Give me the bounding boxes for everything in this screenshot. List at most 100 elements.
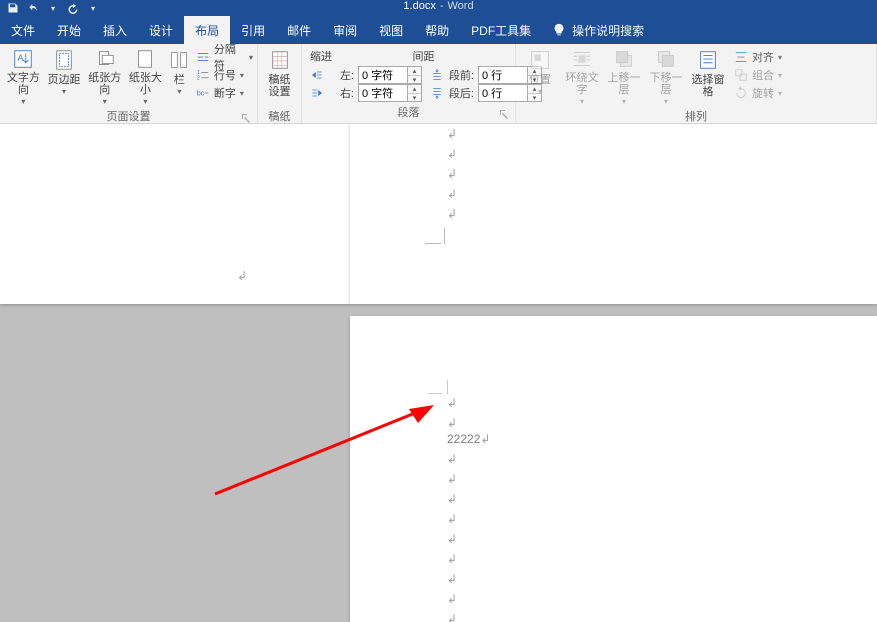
indent-right-input[interactable]: ▴▾ — [358, 84, 422, 102]
document-body-text[interactable]: 22222↲ — [447, 432, 490, 447]
paragraph-mark: ↲ — [447, 396, 457, 411]
tell-me-label: 操作说明搜索 — [572, 22, 644, 39]
title-sep: - — [440, 0, 444, 12]
chevron-down-icon: ▾ — [177, 88, 181, 96]
redo-icon[interactable] — [66, 1, 80, 15]
page-corner-marker — [428, 374, 448, 394]
bring-forward-button: 上移一层▾ — [604, 46, 644, 106]
paragraph-mark: ↲ — [447, 612, 457, 622]
space-after-icon — [430, 86, 444, 100]
page-1-right[interactable]: ↲ ↲ ↲ ↲ ↲ — [350, 124, 877, 304]
orientation-icon — [93, 48, 117, 70]
chevron-down-icon: ▾ — [240, 71, 244, 80]
breaks-icon — [196, 50, 210, 64]
margins-button[interactable]: 页边距▾ — [45, 46, 84, 106]
qat-customize-icon[interactable]: ▾ — [86, 1, 100, 15]
tab-design[interactable]: 设计 — [138, 16, 184, 44]
manuscript-icon — [268, 48, 292, 72]
group-objects-button: 组合▾ — [734, 66, 782, 84]
group-paragraph: 缩进 间距 左: ▴▾ 右: ▴▾ — [302, 44, 516, 123]
indent-right-row: 右: ▴▾ — [310, 84, 422, 102]
columns-icon — [167, 48, 191, 72]
svg-text:bc: bc — [197, 91, 205, 98]
breaks-button[interactable]: 分隔符▾ — [196, 48, 253, 66]
step-up-icon[interactable]: ▴ — [408, 67, 421, 76]
document-workspace[interactable]: ↲ ↲ ↲ ↲ ↲ ↲ ↲ ↲ 22222↲ ↲ ↲ ↲ ↲ ↲ ↲ ↲ ↲ ↲… — [0, 124, 877, 622]
qat-dropdown-icon[interactable]: ▾ — [46, 1, 60, 15]
paragraph-mark: ↲ — [447, 452, 457, 467]
step-down-icon[interactable]: ▾ — [408, 94, 421, 102]
indent-header: 缩进 — [306, 46, 409, 64]
chevron-down-icon: ▾ — [21, 98, 25, 106]
paragraph-mark: ↲ — [447, 512, 457, 527]
page-corner-marker — [425, 224, 445, 244]
tab-pdf-tools[interactable]: PDF工具集 — [460, 16, 542, 44]
paragraph-mark: ↲ — [447, 492, 457, 507]
svg-text:2: 2 — [197, 75, 200, 81]
position-icon — [528, 48, 552, 72]
orientation-button[interactable]: 纸张方向▾ — [85, 46, 124, 106]
paragraph-mark: ↲ — [447, 572, 457, 587]
paragraph-mark: ↲ — [447, 207, 457, 222]
text-direction-icon: A — [11, 48, 35, 70]
selection-pane-icon — [696, 48, 720, 72]
tab-view[interactable]: 视图 — [368, 16, 414, 44]
line-numbers-icon: 12 — [196, 68, 210, 82]
ribbon-tabs: 文件 开始 插入 设计 布局 引用 邮件 审阅 视图 帮助 PDF工具集 操作说… — [0, 16, 877, 44]
ribbon: A 文字方向▾ 页边距▾ 纸张方向▾ 纸张大小▾ 栏▾ — [0, 44, 877, 124]
indent-left-icon — [310, 68, 324, 82]
tab-layout[interactable]: 布局 — [184, 16, 230, 44]
hyphenation-button[interactable]: bc 断字▾ — [196, 84, 253, 102]
step-down-icon[interactable]: ▾ — [408, 76, 421, 84]
wrap-text-button: 环绕文字▾ — [562, 46, 602, 106]
send-backward-button: 下移一层▾ — [646, 46, 686, 106]
dialog-launcher-icon[interactable] — [241, 113, 251, 123]
tell-me-search[interactable]: 操作说明搜索 — [542, 16, 654, 44]
tab-file[interactable]: 文件 — [0, 16, 46, 44]
svg-text:A: A — [18, 53, 25, 63]
page-2[interactable]: ↲ ↲ 22222↲ ↲ ↲ ↲ ↲ ↲ ↲ ↲ ↲ ↲ ↲ ↲ ↲ ↲ ↲ — [350, 316, 877, 622]
paragraph-mark: ↲ — [447, 147, 457, 162]
columns-button[interactable]: 栏▾ — [167, 46, 192, 106]
paragraph-mark: ↲ — [447, 532, 457, 547]
tab-home[interactable]: 开始 — [46, 16, 92, 44]
bring-forward-icon — [612, 48, 636, 70]
quick-access-toolbar: ▾ ▾ — [0, 1, 100, 15]
spacing-header: 间距 — [409, 46, 512, 64]
text-direction-button[interactable]: A 文字方向▾ — [4, 46, 43, 106]
paragraph-mark: ↲ — [237, 269, 247, 284]
align-icon — [734, 50, 748, 64]
margins-icon — [52, 48, 76, 72]
indent-left-row: 左: ▴▾ — [310, 66, 422, 84]
indent-right-icon — [310, 86, 324, 100]
indent-left-input[interactable]: ▴▾ — [358, 66, 422, 84]
tab-help[interactable]: 帮助 — [414, 16, 460, 44]
paragraph-mark: ↲ — [447, 552, 457, 567]
position-button: 位置▾ — [520, 46, 560, 106]
chevron-down-icon: ▾ — [240, 89, 244, 98]
lightbulb-icon — [552, 23, 566, 37]
paragraph-mark: ↲ — [447, 187, 457, 202]
tab-references[interactable]: 引用 — [230, 16, 276, 44]
tab-mailings[interactable]: 邮件 — [276, 16, 322, 44]
title-bar: ▾ ▾ 1.docx - Word — [0, 0, 877, 16]
selection-pane-button[interactable]: 选择窗格 — [688, 46, 728, 106]
paragraph-mark: ↲ — [447, 127, 457, 142]
line-numbers-button[interactable]: 12 行号▾ — [196, 66, 253, 84]
save-icon[interactable] — [6, 1, 20, 15]
undo-icon[interactable] — [26, 1, 40, 15]
tab-review[interactable]: 审阅 — [322, 16, 368, 44]
tab-insert[interactable]: 插入 — [92, 16, 138, 44]
space-before-icon — [430, 68, 444, 82]
window-title: 1.docx - Word — [403, 0, 473, 12]
align-button[interactable]: 对齐▾ — [734, 48, 782, 66]
size-button[interactable]: 纸张大小▾ — [126, 46, 165, 106]
chevron-down-icon: ▾ — [103, 98, 107, 106]
manuscript-settings-button[interactable]: 稿纸 设置 — [262, 46, 297, 106]
wrap-text-icon — [570, 48, 594, 70]
page-1-left[interactable]: ↲ — [0, 124, 350, 304]
dialog-launcher-icon[interactable] — [499, 109, 509, 119]
rotate-icon — [734, 86, 748, 100]
step-up-icon[interactable]: ▴ — [408, 85, 421, 94]
paragraph-mark: ↲ — [447, 592, 457, 607]
